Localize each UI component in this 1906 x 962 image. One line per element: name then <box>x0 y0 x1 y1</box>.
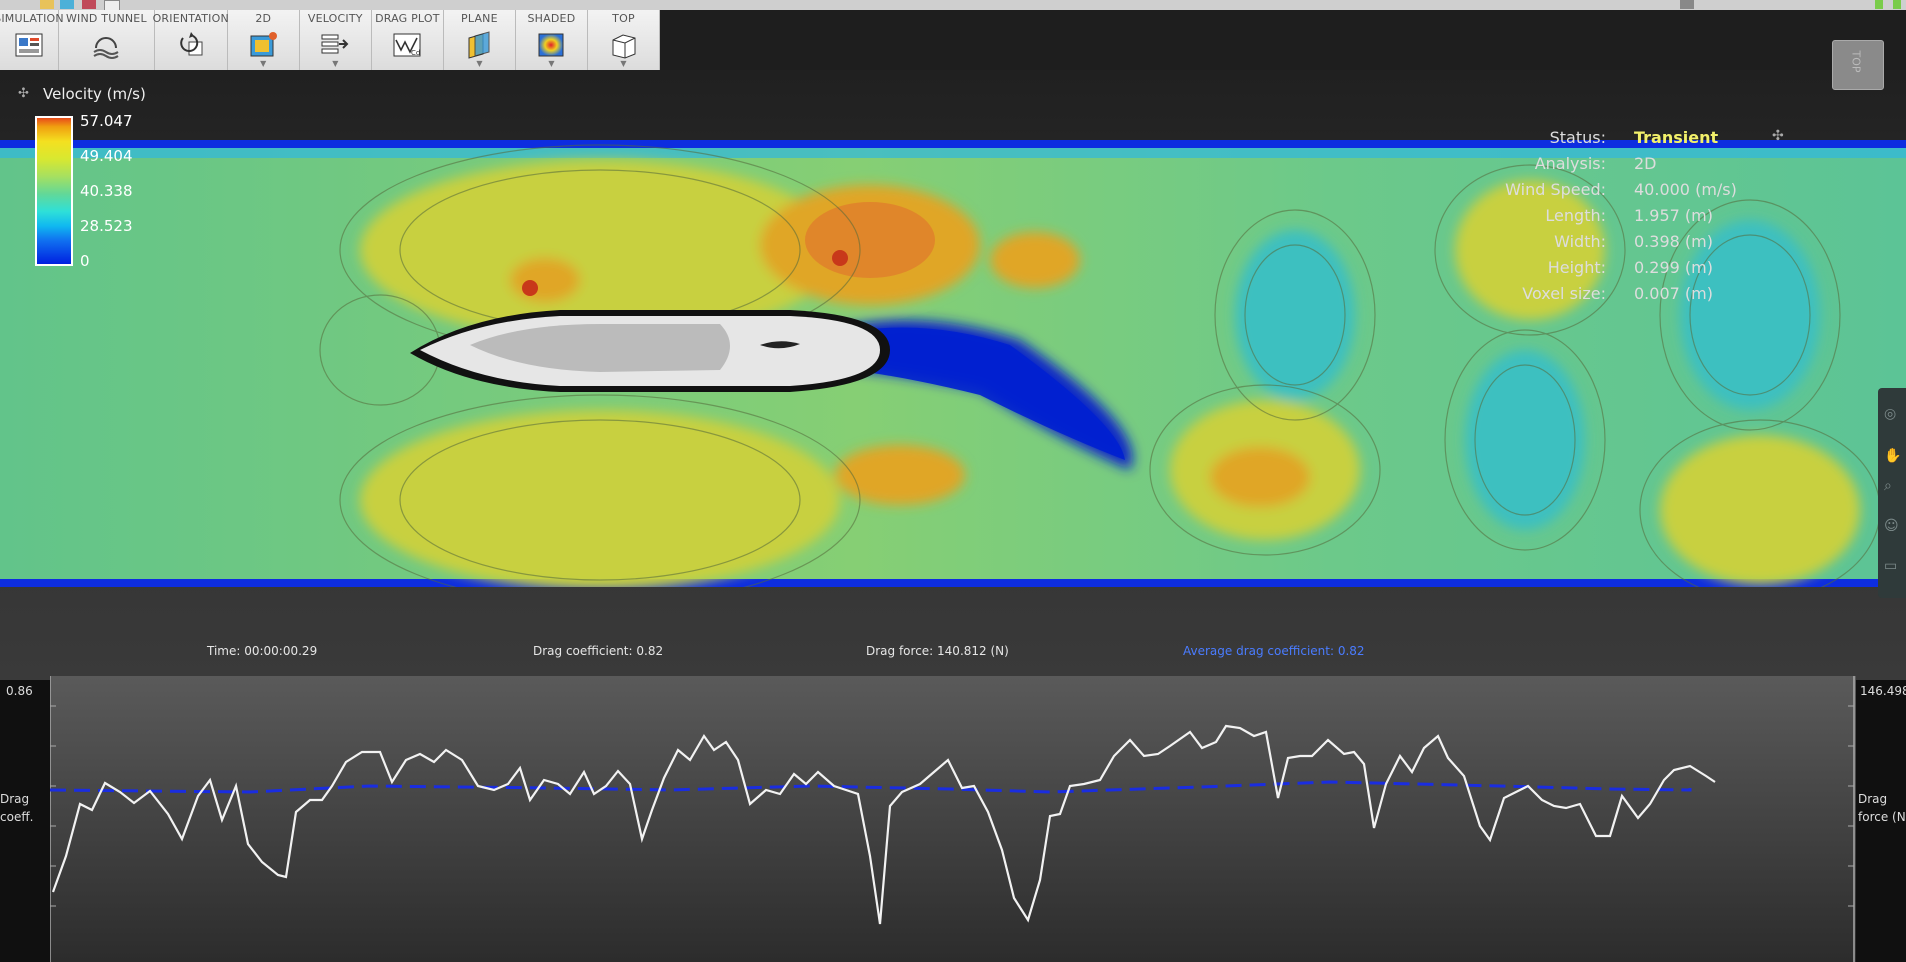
title-strip <box>0 0 1906 11</box>
left-axis-top-value: 0.86 <box>6 684 33 698</box>
left-axis-label: coeff. <box>0 810 34 824</box>
status-key: Height: <box>1547 258 1606 277</box>
status-key: Status: <box>1549 128 1606 147</box>
status-value: Transient <box>1634 128 1719 147</box>
zoom-icon[interactable]: ⌕ <box>1884 478 1900 494</box>
status-key: Wind Speed: <box>1505 180 1606 199</box>
status-value: 1.957 (m) <box>1634 206 1713 225</box>
status-indicator <box>1875 0 1883 9</box>
simulation-icon <box>15 33 43 57</box>
status-row: Status: Transient <box>0 128 1906 150</box>
display-settings-icon[interactable]: ▭ <box>1884 558 1900 574</box>
average-drag-coefficient-readout: Average drag coefficient: 0.82 <box>1183 644 1365 658</box>
right-axis-label: Drag <box>1858 792 1888 806</box>
toolbar-orientation[interactable]: ORIENTATION <box>152 10 229 70</box>
time-readout: Time: 00:00:00.29 <box>207 644 318 658</box>
status-key: Width: <box>1554 232 1606 251</box>
viewcube-label: TOP <box>1849 50 1863 73</box>
look-icon[interactable]: ☺ <box>1884 518 1900 534</box>
toolbar-label: ORIENTATION <box>152 12 229 25</box>
status-key: Length: <box>1545 206 1606 225</box>
status-value: 0.398 (m) <box>1634 232 1713 251</box>
status-key: Analysis: <box>1534 154 1606 173</box>
toolbar-label: DRAG PLOT <box>375 12 440 25</box>
viewcube[interactable]: TOP <box>1832 40 1884 90</box>
plane-icon <box>468 31 490 59</box>
chevron-down-icon[interactable]: ▼ <box>476 59 482 68</box>
toolbar-top[interactable]: TOP ▼ <box>588 10 661 70</box>
legend-title: Velocity (m/s) <box>43 85 146 103</box>
move-handle-icon[interactable]: ✣ <box>1772 128 1784 144</box>
toolbar-label: SIMULATION <box>0 12 64 25</box>
drag-force-series <box>51 724 1716 925</box>
drag-plot-graph <box>50 676 1855 962</box>
status-row: Wind Speed: 40.000 (m/s) <box>0 180 1906 202</box>
navigation-bar: ◎ ✋ ⌕ ☺ ▭ <box>1878 388 1906 598</box>
toolbar-wind-tunnel[interactable]: WIND TUNNEL <box>59 10 155 70</box>
status-row: Width: 0.398 (m) <box>0 232 1906 254</box>
move-handle-icon[interactable]: ✣ <box>18 86 29 101</box>
user-avatar[interactable] <box>1680 0 1694 9</box>
orbit-icon[interactable]: ◎ <box>1884 406 1900 422</box>
pan-hand-icon[interactable]: ✋ <box>1884 448 1901 464</box>
quick-access-icon[interactable] <box>60 0 74 9</box>
right-axis-label: force (N <box>1858 810 1906 824</box>
toolbar-label: WIND TUNNEL <box>65 12 147 25</box>
drag-plot-icon: Cd <box>393 33 421 57</box>
drag-coefficient-readout: Drag coefficient: 0.82 <box>533 644 664 658</box>
status-indicator <box>1893 0 1901 9</box>
status-value: 2D <box>1634 154 1657 173</box>
chevron-down-icon[interactable]: ▼ <box>260 59 266 68</box>
status-row: Analysis: 2D <box>0 154 1906 176</box>
quick-access-icon[interactable] <box>82 0 96 9</box>
top-view-icon <box>612 34 636 59</box>
toolbar-shaded[interactable]: SHADED ▼ <box>516 10 588 70</box>
left-axis-label: Drag <box>0 792 30 806</box>
average-drag-series <box>50 780 1692 794</box>
status-value: 40.000 (m/s) <box>1634 180 1737 199</box>
toolbar-label: PLANE <box>461 12 498 25</box>
toolbar-2d[interactable]: 2D ▼ <box>228 10 300 70</box>
toolbar-label: SHADED <box>527 12 576 25</box>
status-row: Length: 1.957 (m) <box>0 206 1906 228</box>
velocity-icon <box>321 34 349 54</box>
toolbar-plane[interactable]: PLANE ▼ <box>444 10 516 70</box>
right-axis-top-value: 146.498 <box>1860 684 1906 698</box>
status-row: Height: 0.299 (m) <box>0 258 1906 280</box>
car-model[interactable] <box>410 310 890 392</box>
chevron-down-icon[interactable]: ▼ <box>332 59 338 68</box>
2d-icon <box>250 32 278 57</box>
toolbar-label: 2D <box>255 12 272 25</box>
drag-force-readout: Drag force: 140.812 (N) <box>866 644 1009 658</box>
toolbar-label: VELOCITY <box>307 12 363 25</box>
toolbar-label: TOP <box>612 12 635 25</box>
ribbon-toolbar: SIMULATION WIND TUNNEL ORIENTATION 2D ▼ <box>0 10 661 71</box>
status-key: Voxel size: <box>1522 284 1606 303</box>
toolbar-simulation[interactable]: SIMULATION <box>0 10 64 70</box>
status-value: 0.007 (m) <box>1634 284 1713 303</box>
chevron-down-icon[interactable]: ▼ <box>548 59 554 68</box>
shaded-icon <box>538 33 564 57</box>
quick-access-icon[interactable] <box>40 0 54 9</box>
status-row: Voxel size: 0.007 (m) <box>0 284 1906 306</box>
toolbar-velocity[interactable]: VELOCITY ▼ <box>300 10 372 70</box>
svg-text:Cd: Cd <box>411 49 420 57</box>
orientation-icon <box>179 32 203 56</box>
wind-tunnel-icon <box>93 37 119 59</box>
chevron-down-icon[interactable]: ▼ <box>620 59 626 68</box>
status-value: 0.299 (m) <box>1634 258 1713 277</box>
toolbar-drag-plot[interactable]: DRAG PLOT Cd <box>372 10 444 70</box>
